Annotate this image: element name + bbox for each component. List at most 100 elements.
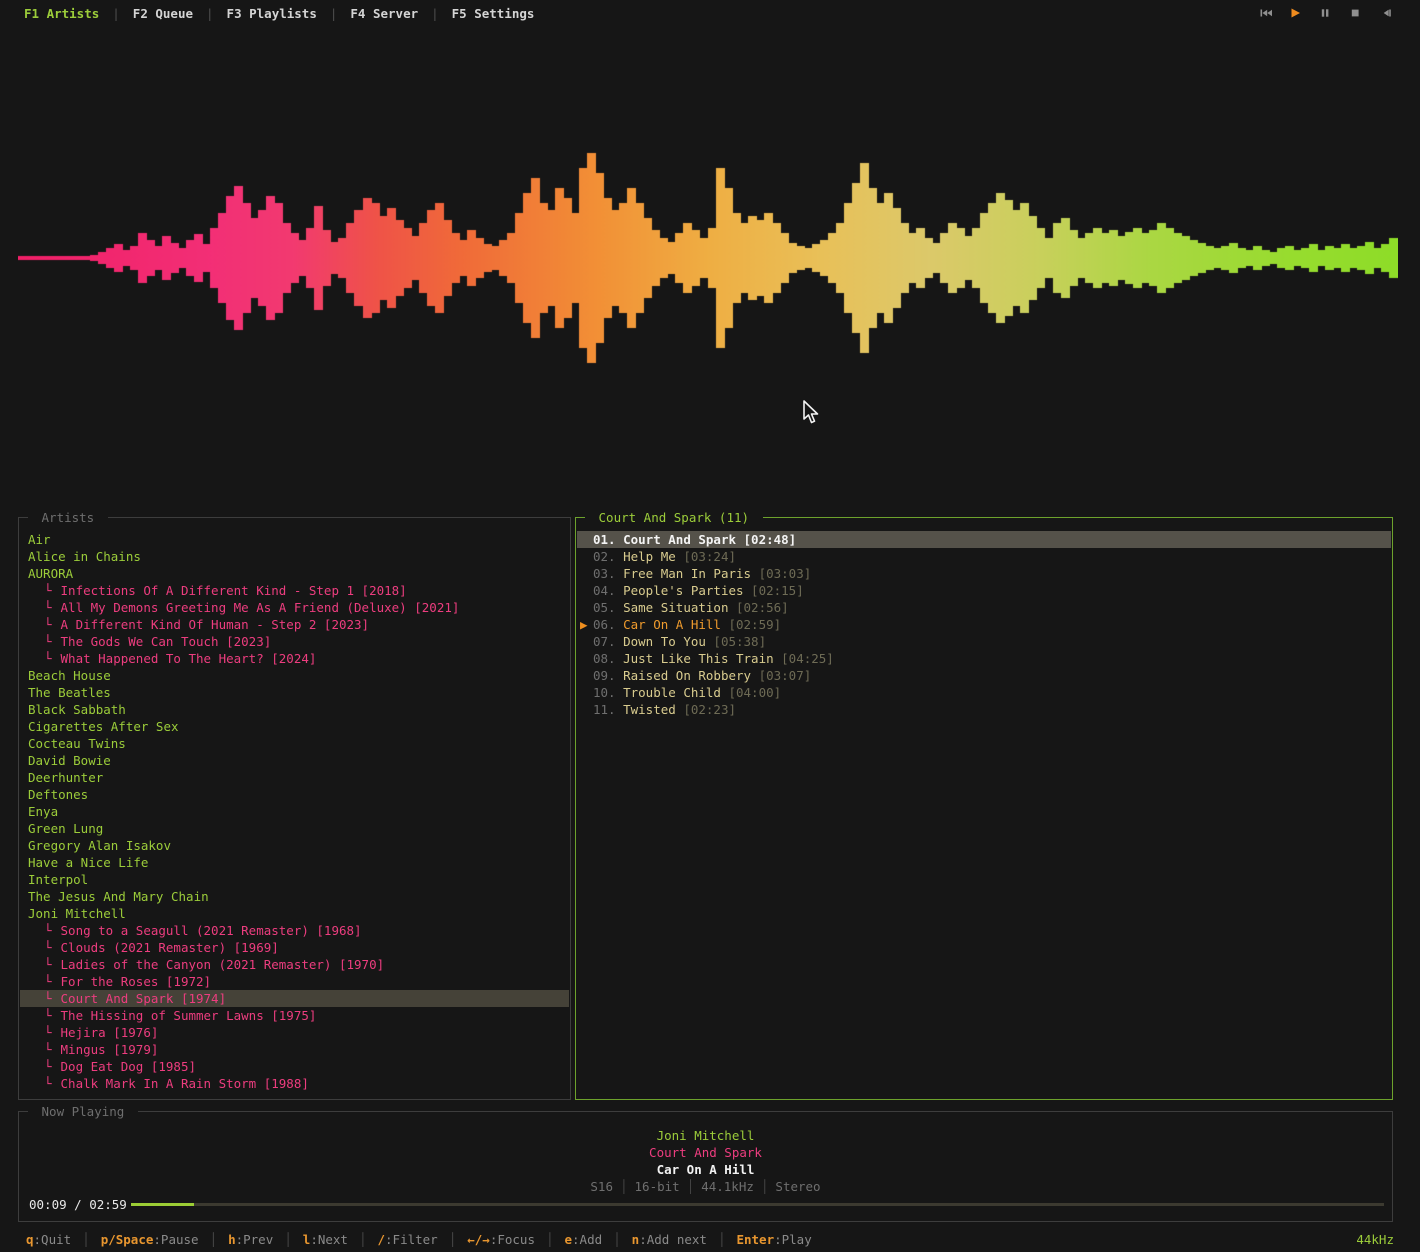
artist-row[interactable]: Interpol: [20, 871, 569, 888]
track-row[interactable]: 01. Court And Spark [02:48]: [577, 531, 1391, 548]
album-row[interactable]: └Ladies of the Canyon (2021 Remaster) [1…: [20, 956, 569, 973]
artist-row[interactable]: The Beatles: [20, 684, 569, 701]
shortcut-label: :Add next: [639, 1232, 707, 1247]
skip-back-icon: [1259, 7, 1272, 19]
artist-row[interactable]: Air: [20, 531, 569, 548]
tab-server[interactable]: F4 Server: [350, 6, 418, 21]
track-row[interactable]: ▶06. Car On A Hill [02:59]: [577, 616, 1391, 633]
tab-playlists[interactable]: F3 Playlists: [227, 6, 317, 21]
format-part: Stereo: [775, 1179, 820, 1194]
artist-row[interactable]: Deerhunter: [20, 769, 569, 786]
artist-row[interactable]: Enya: [20, 803, 569, 820]
album-row[interactable]: └Infections Of A Different Kind - Step 1…: [20, 582, 569, 599]
artist-row[interactable]: Deftones: [20, 786, 569, 803]
tab-settings[interactable]: F5 Settings: [452, 6, 535, 21]
track-title: Just Like This Train: [623, 651, 781, 666]
format-separator: │: [613, 1179, 635, 1194]
progress-bar[interactable]: [131, 1203, 1384, 1206]
artist-row[interactable]: Black Sabbath: [20, 701, 569, 718]
tree-branch-icon: └: [44, 600, 52, 615]
track-list: 01. Court And Spark [02:48]02. Help Me […: [577, 531, 1391, 1097]
shortcut-separator: │: [210, 1232, 218, 1247]
tree-branch-icon: └: [44, 1042, 52, 1057]
track-row[interactable]: 07. Down To You [05:38]: [577, 633, 1391, 650]
shortcut-separator: │: [449, 1232, 457, 1247]
menu-separator: |: [112, 6, 120, 21]
now-playing-artist: Joni Mitchell: [19, 1127, 1392, 1144]
album-row[interactable]: └The Gods We Can Touch [2023]: [20, 633, 569, 650]
album-row[interactable]: └A Different Kind Of Human - Step 2 [202…: [20, 616, 569, 633]
artist-row[interactable]: Joni Mitchell: [20, 905, 569, 922]
track-title: Trouble Child: [623, 685, 728, 700]
tab-queue[interactable]: F2 Queue: [133, 6, 193, 21]
album-label: Infections Of A Different Kind - Step 1 …: [61, 583, 407, 598]
artist-row[interactable]: Green Lung: [20, 820, 569, 837]
artist-row[interactable]: Have a Nice Life: [20, 854, 569, 871]
album-label: What Happened To The Heart? [2024]: [61, 651, 317, 666]
artist-row[interactable]: Cigarettes After Sex: [20, 718, 569, 735]
pause-button[interactable]: [1319, 7, 1332, 19]
track-number: 08.: [593, 651, 623, 666]
track-row[interactable]: 04. People's Parties [02:15]: [577, 582, 1391, 599]
album-row[interactable]: └Hejira [1976]: [20, 1024, 569, 1041]
artist-row[interactable]: Beach House: [20, 667, 569, 684]
track-row[interactable]: 03. Free Man In Paris [03:03]: [577, 565, 1391, 582]
tree-branch-icon: └: [44, 1008, 52, 1023]
tab-artists[interactable]: F1 Artists: [24, 6, 99, 21]
now-playing-info: Joni Mitchell Court And Spark Car On A H…: [19, 1127, 1392, 1195]
album-row[interactable]: └What Happened To The Heart? [2024]: [20, 650, 569, 667]
track-title: Car On A Hill: [623, 617, 728, 632]
tree-branch-icon: └: [44, 940, 52, 955]
track-row[interactable]: 05. Same Situation [02:56]: [577, 599, 1391, 616]
album-label: Ladies of the Canyon (2021 Remaster) [19…: [61, 957, 385, 972]
stop-button[interactable]: [1349, 7, 1362, 19]
album-label: All My Demons Greeting Me As A Friend (D…: [61, 600, 460, 615]
album-row[interactable]: └Song to a Seagull (2021 Remaster) [1968…: [20, 922, 569, 939]
album-label: The Gods We Can Touch [2023]: [61, 634, 272, 649]
artist-row[interactable]: David Bowie: [20, 752, 569, 769]
track-row[interactable]: 10. Trouble Child [04:00]: [577, 684, 1391, 701]
progress-fill: [131, 1203, 194, 1206]
album-label: Clouds (2021 Remaster) [1969]: [61, 940, 279, 955]
album-row[interactable]: └The Hissing of Summer Lawns [1975]: [20, 1007, 569, 1024]
artist-row[interactable]: The Jesus And Mary Chain: [20, 888, 569, 905]
album-label: Hejira [1976]: [61, 1025, 159, 1040]
now-playing-track: Car On A Hill: [19, 1161, 1392, 1178]
menu-separator: |: [330, 6, 338, 21]
stop-icon: [1349, 7, 1362, 19]
track-duration: [02:59]: [728, 617, 781, 632]
menu-tabs: F1 Artists | F2 Queue | F3 Playlists | F4 Serv…: [24, 6, 534, 21]
shortcut-add-next: n:Add next: [632, 1232, 707, 1247]
shortcut-label: :Quit: [34, 1232, 72, 1247]
album-row[interactable]: └Mingus [1979]: [20, 1041, 569, 1058]
tree-branch-icon: └: [44, 1076, 52, 1091]
artist-row[interactable]: Gregory Alan Isakov: [20, 837, 569, 854]
app-root: F1 Artists | F2 Queue | F3 Playlists | F4 Serv…: [0, 0, 1420, 1252]
album-row[interactable]: └For the Roses [1972]: [20, 973, 569, 990]
shortcut-key: ←/→: [467, 1232, 490, 1247]
skip-back-button[interactable]: [1259, 7, 1272, 19]
album-row[interactable]: └ All My Demons Greeting Me As A Friend (…: [20, 599, 569, 616]
album-row[interactable]: └ Clouds (2021 Remaster) [1969]: [20, 939, 569, 956]
track-number: 05.: [593, 600, 623, 615]
shortcut-label: :Prev: [236, 1232, 274, 1247]
album-row[interactable]: └Dog Eat Dog [1985]: [20, 1058, 569, 1075]
play-button[interactable]: [1289, 7, 1302, 19]
shortcut-label: :Add: [572, 1232, 602, 1247]
menu-separator: |: [431, 6, 439, 21]
album-row[interactable]: └Chalk Mark In A Rain Storm [1988]: [20, 1075, 569, 1092]
album-row[interactable]: └Court And Spark [1974]: [20, 990, 569, 1007]
track-number: 11.: [593, 702, 623, 717]
shortcut-quit: q:Quit: [26, 1232, 71, 1247]
track-row[interactable]: 09. Raised On Robbery [03:07]: [577, 667, 1391, 684]
waveform-visualization: [18, 143, 1398, 373]
track-row[interactable]: 08. Just Like This Train [04:25]: [577, 650, 1391, 667]
track-row[interactable]: 11. Twisted [02:23]: [577, 701, 1391, 718]
artist-row[interactable]: Alice in Chains: [20, 548, 569, 565]
track-row[interactable]: 02. Help Me [03:24]: [577, 548, 1391, 565]
track-duration: [02:48]: [744, 532, 797, 547]
artist-row[interactable]: Cocteau Twins: [20, 735, 569, 752]
shortcut-filter: /:Filter: [377, 1232, 437, 1247]
artist-row[interactable]: AURORA: [20, 565, 569, 582]
skip-forward-button[interactable]: [1379, 7, 1392, 19]
